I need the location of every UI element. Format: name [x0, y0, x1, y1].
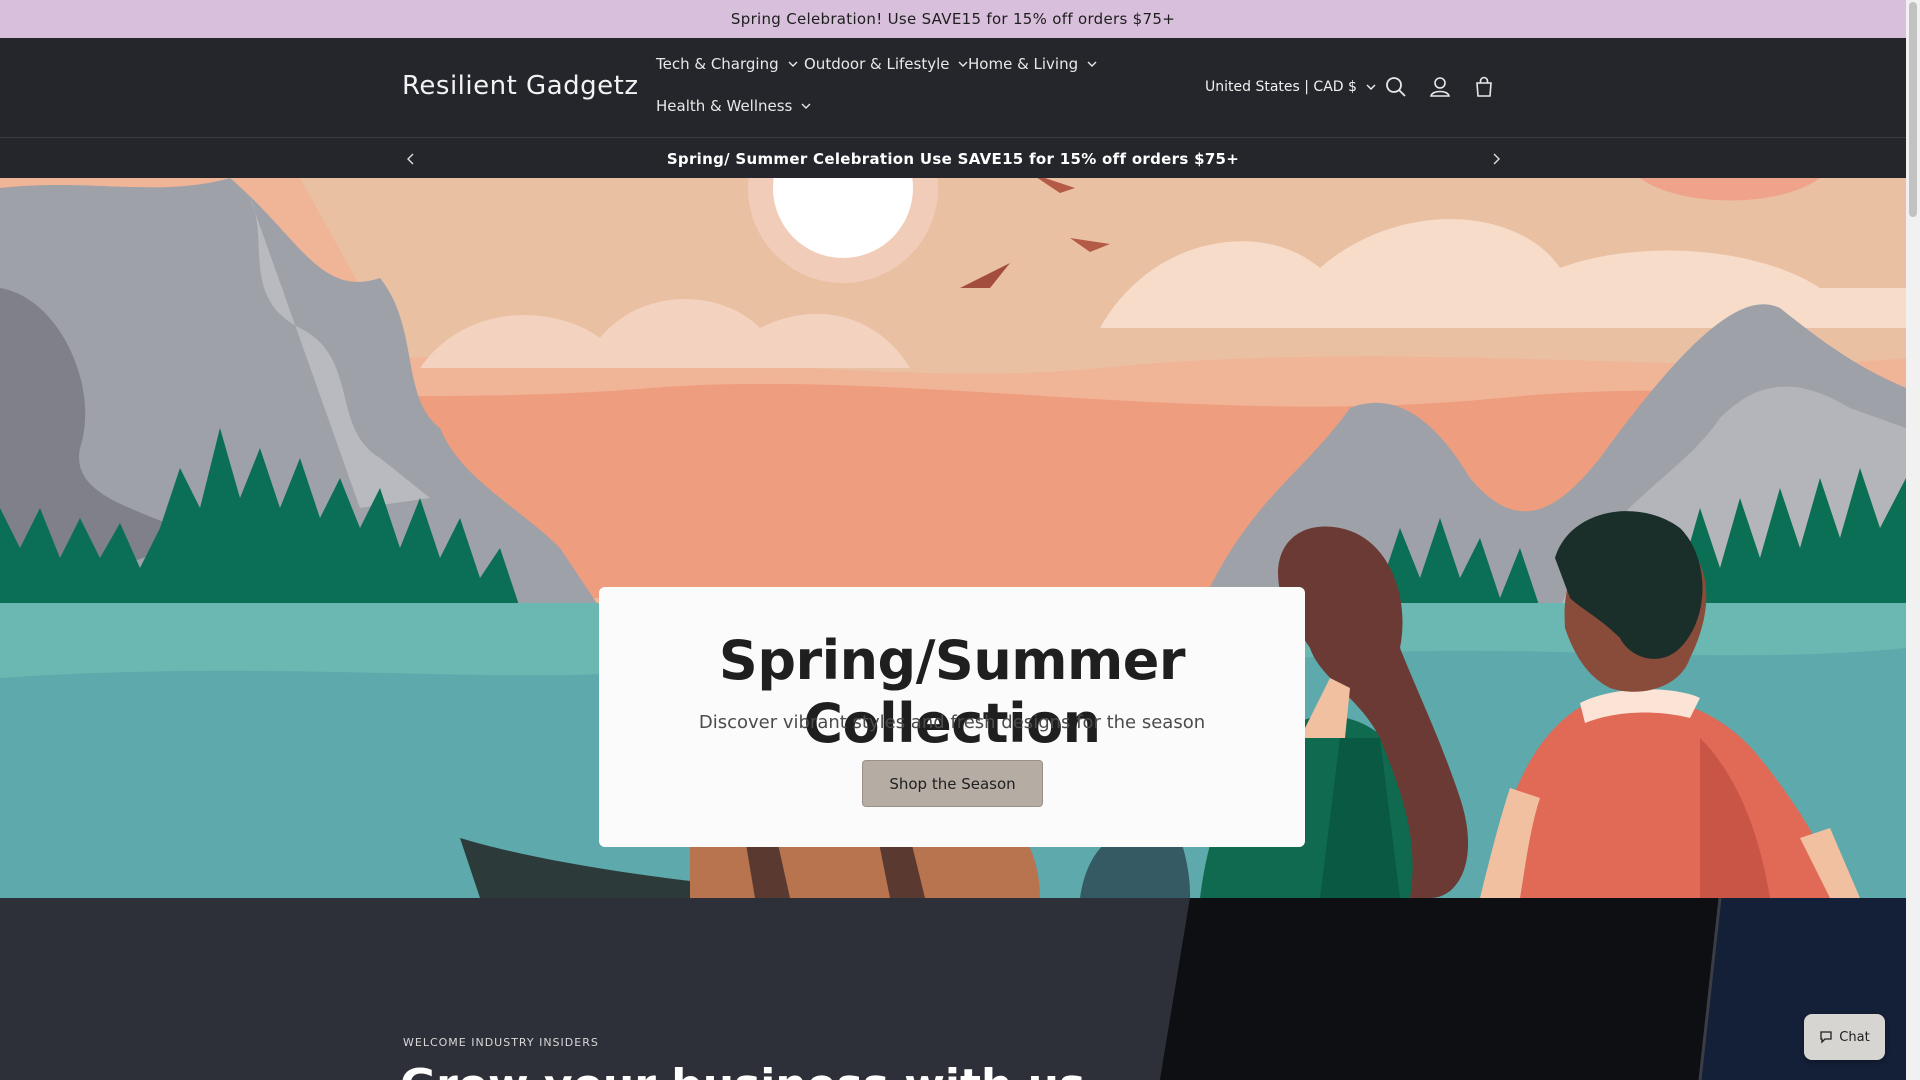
country-currency-selector[interactable]: United States | CAD $ [1205, 79, 1377, 95]
nav-outdoor-lifestyle[interactable]: Outdoor & Lifestyle [804, 55, 969, 73]
chevron-down-icon [801, 103, 811, 109]
nav-label: Tech & Charging [656, 55, 779, 73]
industry-insiders-section: WELCOME INDUSTRY INSIDERS Grow your busi… [0, 898, 1906, 1080]
chevron-down-icon [1366, 84, 1376, 90]
account-icon[interactable] [1427, 74, 1453, 100]
section-eyebrow: WELCOME INDUSTRY INSIDERS [403, 1036, 599, 1049]
site-header: Resilient Gadgetz Tech & Charging Outdoo… [0, 38, 1906, 138]
nav-label: Outdoor & Lifestyle [804, 55, 950, 73]
nav-tech-charging[interactable]: Tech & Charging [656, 55, 799, 73]
section-background-graphic [0, 898, 1906, 1080]
scrollbar-thumb[interactable] [1909, 2, 1917, 217]
chevron-down-icon [1087, 61, 1097, 67]
shop-the-season-button[interactable]: Shop the Season [862, 760, 1043, 807]
hero-title: Spring/Summer Collection [718, 629, 1186, 755]
page-scrollbar[interactable] [1906, 0, 1920, 1080]
chat-bubble-icon [1820, 1031, 1832, 1044]
nav-health-wellness[interactable]: Health & Wellness [656, 97, 812, 115]
chat-button[interactable]: Chat [1804, 1014, 1885, 1060]
nav-label: Health & Wellness [656, 97, 793, 115]
section-heading: Grow your business with us [400, 1060, 1085, 1080]
announcement-slide-text: Spring/ Summer Celebration Use SAVE15 fo… [666, 149, 1240, 168]
nav-label: Home & Living [968, 55, 1079, 73]
chevron-down-icon [788, 61, 798, 67]
announcement-slider: Spring/ Summer Celebration Use SAVE15 fo… [0, 139, 1906, 178]
cart-icon[interactable] [1471, 74, 1497, 100]
chevron-left-icon[interactable] [402, 150, 420, 168]
country-label: United States | CAD $ [1205, 79, 1357, 95]
hero-subtitle: Discover vibrant styles and fresh design… [698, 712, 1206, 733]
search-icon[interactable] [1383, 74, 1409, 100]
announcement-text: Spring Celebration! Use SAVE15 for 15% o… [730, 10, 1176, 28]
chevron-right-icon[interactable] [1487, 150, 1505, 168]
chat-label: Chat [1839, 1029, 1870, 1045]
announcement-bar-top: Spring Celebration! Use SAVE15 for 15% o… [0, 0, 1906, 38]
hero-content-card: Spring/Summer Collection Discover vibran… [599, 587, 1305, 847]
store-logo[interactable]: Resilient Gadgetz [402, 71, 638, 101]
hero-banner: Spring/Summer Collection Discover vibran… [0, 178, 1906, 898]
nav-home-living[interactable]: Home & Living [968, 55, 1098, 73]
